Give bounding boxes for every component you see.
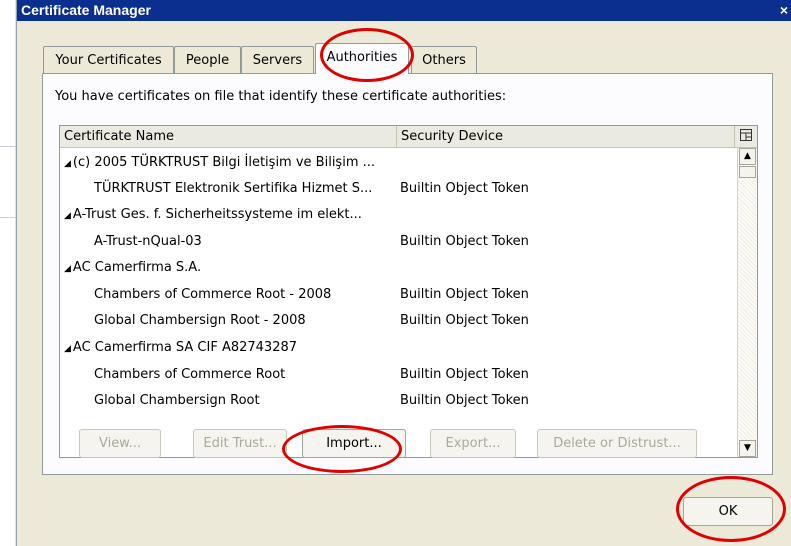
certificate-tree[interactable]: Certificate Name Security Device ◢ (c) 20… — [59, 125, 758, 458]
expanded-triangle-icon[interactable]: ◢ — [64, 159, 71, 169]
scroll-thumb[interactable] — [739, 166, 756, 178]
panel-description: You have certificates on file that ident… — [55, 89, 507, 104]
cert-name: TÜRKTRUST Elektronik Sertifika Hizmet S.… — [94, 181, 373, 196]
cert-name: A-Trust-nQual-03 — [94, 234, 202, 249]
tree-row-group[interactable]: ◢ AC Camerfirma S.A. — [60, 255, 735, 281]
authorities-panel: You have certificates on file that ident… — [42, 73, 773, 475]
expanded-triangle-icon[interactable]: ◢ — [64, 211, 71, 221]
security-device: Builtin Object Token — [400, 181, 529, 196]
tab-your-certificates[interactable]: Your Certificates — [43, 46, 174, 73]
cert-name: Global Chambersign Root — [94, 393, 260, 408]
tab-authorities[interactable]: Authorities — [315, 43, 409, 74]
background-divider — [0, 146, 16, 147]
view-button[interactable]: View... — [79, 429, 161, 458]
security-device: Builtin Object Token — [400, 234, 529, 249]
tree-row[interactable]: Chambers of Commerce Root Builtin Object… — [60, 362, 735, 388]
tree-row[interactable]: A-Trust-nQual-03 Builtin Object Token — [60, 229, 735, 255]
tab-others[interactable]: Others — [411, 46, 477, 73]
import-button[interactable]: Import... — [302, 429, 406, 458]
column-header-security-device[interactable]: Security Device — [397, 126, 735, 148]
security-device: Builtin Object Token — [400, 393, 529, 408]
certificate-manager-dialog: Certificate Manager × Your Certificates … — [16, 0, 791, 546]
tree-header: Certificate Name Security Device — [60, 126, 757, 148]
vertical-scrollbar[interactable]: ▲ ▼ — [737, 148, 757, 457]
scroll-down-icon[interactable]: ▼ — [739, 440, 756, 457]
cert-name: A-Trust Ges. f. Sicherheitssysteme im el… — [72, 207, 362, 222]
cert-name: Chambers of Commerce Root — [94, 367, 286, 382]
cert-name: AC Camerfirma SA CIF A82743287 — [72, 340, 298, 355]
column-header-certificate-name[interactable]: Certificate Name — [60, 126, 397, 148]
tab-servers[interactable]: Servers — [241, 46, 314, 73]
security-device: Builtin Object Token — [400, 367, 529, 382]
tree-row[interactable]: Global Chambersign Root Builtin Object T… — [60, 388, 735, 414]
tree-row[interactable]: Chambers of Commerce Root - 2008 Builtin… — [60, 282, 735, 308]
background-divider — [0, 217, 16, 218]
cert-name: AC Camerfirma S.A. — [72, 260, 202, 275]
edit-trust-button[interactable]: Edit Trust... — [193, 429, 287, 458]
export-button[interactable]: Export... — [430, 429, 516, 458]
cert-name: (c) 2005 TÜRKTRUST Bilgi İletişim ve Bil… — [72, 155, 376, 170]
security-device: Builtin Object Token — [400, 313, 529, 328]
window-title: Certificate Manager — [21, 2, 151, 18]
tree-row[interactable]: Global Chambersign Root - 2008 Builtin O… — [60, 308, 735, 334]
close-icon[interactable]: × — [776, 0, 791, 21]
delete-or-distrust-button[interactable]: Delete or Distrust... — [537, 429, 697, 458]
tree-row[interactable]: TÜRKTRUST Elektronik Sertifika Hizmet S.… — [60, 176, 735, 202]
tab-people[interactable]: People — [174, 46, 241, 73]
cert-name: Global Chambersign Root - 2008 — [94, 313, 306, 328]
title-bar: Certificate Manager × — [17, 0, 791, 21]
tree-row-group[interactable]: ◢ AC Camerfirma SA CIF A82743287 — [60, 335, 735, 361]
scroll-up-icon[interactable]: ▲ — [739, 148, 756, 165]
expanded-triangle-icon[interactable]: ◢ — [64, 344, 71, 354]
tree-row-group[interactable]: ◢ A-Trust Ges. f. Sicherheitssysteme im e… — [60, 202, 735, 228]
background-strip — [0, 0, 16, 546]
ok-button[interactable]: OK — [683, 497, 773, 526]
cert-name: Chambers of Commerce Root - 2008 — [94, 287, 332, 302]
expanded-triangle-icon[interactable]: ◢ — [64, 264, 71, 274]
security-device: Builtin Object Token — [400, 287, 529, 302]
column-picker-icon[interactable] — [735, 126, 757, 148]
tree-row-group[interactable]: ◢ (c) 2005 TÜRKTRUST Bilgi İletişim ve Bi… — [60, 150, 735, 176]
